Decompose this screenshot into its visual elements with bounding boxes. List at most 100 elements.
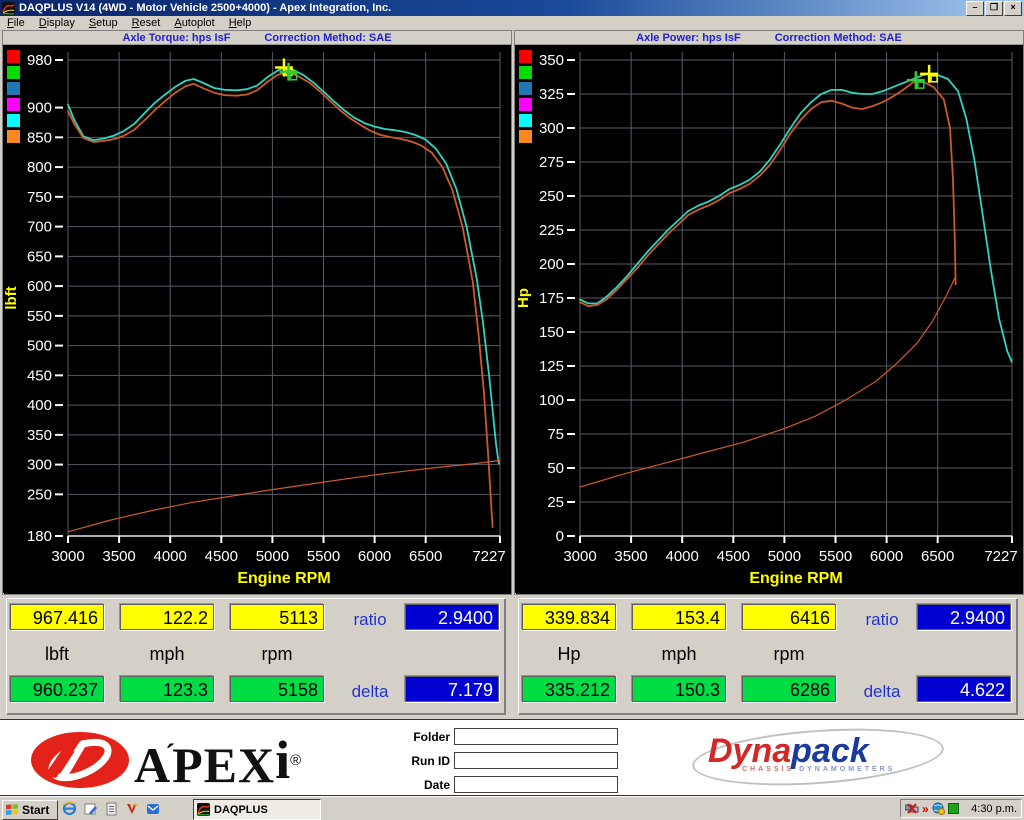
y-tick-label: 250 bbox=[27, 486, 52, 503]
mph-unit-label: mph bbox=[632, 644, 726, 665]
power-chart-title: Axle Power: hps IsF bbox=[636, 32, 741, 44]
folder-input[interactable] bbox=[454, 728, 618, 745]
torque-correction-method: Correction Method: SAE bbox=[264, 32, 391, 44]
power-peak-mph: 150.3 bbox=[632, 676, 726, 702]
legend-swatch bbox=[519, 114, 532, 127]
menu-reset[interactable]: Reset bbox=[125, 16, 168, 30]
update-globe-icon[interactable] bbox=[932, 802, 945, 815]
y-tick-label: 300 bbox=[27, 457, 52, 474]
minimize-button[interactable]: – bbox=[966, 1, 984, 16]
torque-cursor-value: 967.416 bbox=[10, 604, 104, 630]
status-green-icon[interactable] bbox=[948, 803, 959, 814]
y-tick-label: 75 bbox=[547, 426, 564, 443]
taskbar-button-daqplus[interactable]: DAQPLUS bbox=[193, 799, 321, 820]
start-button[interactable]: Start bbox=[2, 800, 58, 820]
menu-help[interactable]: Help bbox=[222, 16, 259, 30]
power-readout-panel: 339.834 153.4 6416 ratio 2.9400 Hp mph r… bbox=[518, 598, 1017, 714]
x-tick-label: 3500 bbox=[102, 548, 135, 565]
torque-peak-value: 960.237 bbox=[10, 676, 104, 702]
power-chart-plot[interactable]: 3503253002752502252001751501251007550250… bbox=[515, 45, 1021, 593]
torque-readout-panel: 967.416 122.2 5113 ratio 2.9400 lbft mph… bbox=[6, 598, 505, 714]
y-tick-label: 175 bbox=[539, 290, 564, 307]
torque-chart-title: Axle Torque: hps IsF bbox=[122, 32, 230, 44]
folder-field-row: Folder bbox=[398, 728, 618, 745]
torque-peak-rpm: 5158 bbox=[230, 676, 324, 702]
y-tick-label: 400 bbox=[27, 397, 52, 414]
x-tick-label: 5000 bbox=[256, 548, 289, 565]
start-label: Start bbox=[22, 803, 49, 817]
x-tick-label: 6500 bbox=[409, 548, 442, 565]
y-tick-label: 800 bbox=[27, 159, 52, 176]
y-tick-label: 0 bbox=[556, 528, 564, 545]
y-tick-label: 980 bbox=[27, 52, 52, 69]
outlook-icon[interactable] bbox=[146, 802, 160, 816]
power-peak-rpm: 6286 bbox=[742, 676, 836, 702]
legend-swatch bbox=[7, 82, 20, 95]
y-tick-label: 180 bbox=[27, 528, 52, 545]
footer: A´PEX i ® Folder Run ID Date Dynapack CH… bbox=[0, 719, 1024, 796]
menu-autoplot[interactable]: Autoplot bbox=[167, 16, 221, 30]
y-tick-label: 125 bbox=[539, 358, 564, 375]
menu-display[interactable]: Display bbox=[32, 16, 82, 30]
quick-launch-bar bbox=[62, 801, 160, 816]
y-tick-label: 325 bbox=[539, 86, 564, 103]
document-icon[interactable] bbox=[105, 802, 118, 816]
x-axis-label: Engine RPM bbox=[749, 570, 842, 587]
x-tick-label: 3000 bbox=[51, 548, 84, 565]
apex-i-mark: i bbox=[275, 729, 290, 791]
run-id-field-row: Run ID bbox=[398, 752, 618, 769]
delta-label: delta bbox=[340, 682, 400, 702]
x-tick-label: 3000 bbox=[563, 548, 596, 565]
rpm-unit-label: rpm bbox=[230, 644, 324, 665]
task-button-label: DAQPLUS bbox=[214, 804, 268, 816]
legend-swatch bbox=[519, 82, 532, 95]
y-tick-label: 300 bbox=[539, 120, 564, 137]
y-tick-label: 275 bbox=[539, 154, 564, 171]
y-tick-label: 350 bbox=[539, 52, 564, 69]
windows-logo-icon bbox=[5, 803, 19, 817]
ie-icon[interactable] bbox=[62, 801, 77, 816]
dynapack-logo: Dynapack CHASSIS DYNAMOMETERS bbox=[698, 730, 938, 786]
menu-setup[interactable]: Setup bbox=[82, 16, 125, 30]
power-cursor-value: 339.834 bbox=[522, 604, 616, 630]
x-tick-label: 7227 bbox=[984, 548, 1017, 565]
taskbar-clock[interactable]: 4:30 p.m. bbox=[971, 803, 1017, 815]
y-tick-label: 650 bbox=[27, 248, 52, 265]
show-desktop-icon[interactable] bbox=[84, 802, 98, 816]
y-tick-label: 550 bbox=[27, 308, 52, 325]
y-tick-label: 350 bbox=[27, 427, 52, 444]
x-tick-label: 5500 bbox=[307, 548, 340, 565]
ratio-value: 2.9400 bbox=[405, 604, 499, 630]
x-tick-label: 6500 bbox=[921, 548, 954, 565]
fast-forward-icon[interactable]: » bbox=[922, 803, 929, 815]
y-axis-label: lbft bbox=[3, 286, 20, 309]
run-id-input[interactable] bbox=[454, 752, 618, 769]
mph-unit-label: mph bbox=[120, 644, 214, 665]
folder-label: Folder bbox=[398, 730, 450, 744]
delta-value: 4.622 bbox=[917, 676, 1011, 702]
close-button[interactable]: × bbox=[1004, 1, 1022, 16]
restore-button[interactable]: ❐ bbox=[985, 1, 1003, 16]
torque-chart-plot[interactable]: 9809008508007507006506005505004504003503… bbox=[3, 45, 509, 593]
legend-swatch bbox=[7, 66, 20, 79]
y-axis-label: Hp bbox=[515, 288, 532, 308]
window-titlebar[interactable]: DAQPLUS V14 (4WD - Motor Vehicle 2500+40… bbox=[0, 0, 1024, 16]
power-unit-label: Hp bbox=[522, 644, 616, 665]
torque-chart-window: Axle Torque: hps IsF Correction Method: … bbox=[2, 30, 512, 595]
y-tick-label: 450 bbox=[27, 367, 52, 384]
legend-swatch bbox=[519, 50, 532, 63]
delta-label: delta bbox=[852, 682, 912, 702]
screen: { "window": { "title": "DAQPLUS V14 (4WD… bbox=[0, 0, 1024, 819]
legend-swatch bbox=[7, 50, 20, 63]
legend-swatch bbox=[7, 98, 20, 111]
y-tick-label: 850 bbox=[27, 129, 52, 146]
date-input[interactable] bbox=[454, 776, 618, 793]
network-error-icon[interactable] bbox=[905, 803, 919, 815]
x-tick-label: 6000 bbox=[870, 548, 903, 565]
system-tray: » 4:30 p.m. bbox=[900, 799, 1022, 818]
x-tick-label: 6000 bbox=[358, 548, 391, 565]
menu-file[interactable]: File bbox=[0, 16, 32, 30]
app-icon bbox=[197, 803, 210, 816]
y-tick-label: 100 bbox=[539, 392, 564, 409]
media-icon[interactable] bbox=[125, 802, 139, 816]
